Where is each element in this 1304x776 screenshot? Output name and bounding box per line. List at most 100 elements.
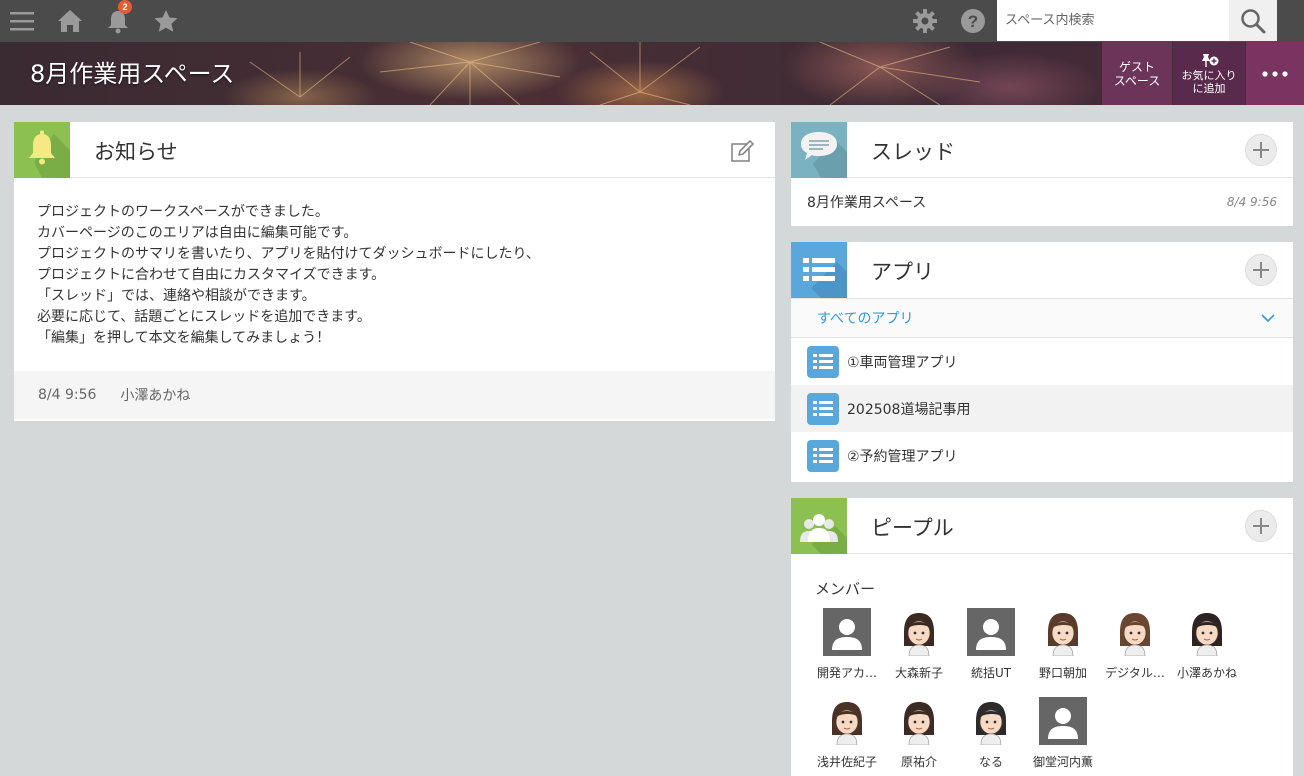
member-name[interactable]: 野口朝加 xyxy=(1027,664,1099,681)
app-icon xyxy=(807,392,839,425)
avatar[interactable] xyxy=(1183,608,1231,656)
app-icon xyxy=(807,439,839,472)
notification-bell-icon[interactable]: 2 xyxy=(104,0,132,42)
add-member-button[interactable] xyxy=(1245,510,1277,542)
people-group-icon xyxy=(791,498,847,554)
guest-space-label-line1: ゲスト xyxy=(1118,59,1155,74)
notice-title: お知らせ xyxy=(94,140,178,164)
space-cover-banner: 8月作業用スペース ゲスト スペース お気に入り に追加 xyxy=(0,42,1304,105)
favorite-label-line2: に追加 xyxy=(1192,81,1226,95)
members-label: メンバー xyxy=(815,580,876,598)
threads-panel: スレッド 8月作業用スペース 8/4 9:56 xyxy=(791,122,1293,226)
add-app-button[interactable] xyxy=(1245,254,1277,286)
global-header: 2 ? xyxy=(0,0,1304,42)
notice-line: 「編集」を押して本文を編集してみましょう！ xyxy=(37,330,331,346)
space-title: 8月作業用スペース xyxy=(30,60,235,88)
avatar[interactable] xyxy=(895,608,943,656)
pin-add-icon xyxy=(1202,53,1219,67)
app-item[interactable]: ①車両管理アプリ xyxy=(791,338,1293,385)
edit-notice-icon[interactable] xyxy=(731,140,755,166)
thread-item[interactable]: 8月作業用スペース 8/4 9:56 xyxy=(791,178,1293,225)
search-button[interactable] xyxy=(1229,0,1277,41)
member-item[interactable]: 小澤あかね xyxy=(1171,608,1243,681)
member-name[interactable]: デジタル… xyxy=(1099,664,1171,681)
apps-title: アプリ xyxy=(871,260,934,284)
thread-name[interactable]: 8月作業用スペース xyxy=(807,192,926,212)
apps-panel-header: アプリ xyxy=(791,242,1293,298)
favorites-star-icon[interactable] xyxy=(152,0,180,42)
app-icon xyxy=(807,345,839,378)
member-item[interactable]: 浅井佐紀子 xyxy=(811,697,883,770)
avatar[interactable] xyxy=(1039,608,1087,656)
search-icon xyxy=(1241,8,1266,33)
avatar[interactable] xyxy=(823,697,871,745)
notice-panel: お知らせ プロジェクトのワークスペースができました。 カバーページのこのエリアは… xyxy=(14,122,775,421)
notice-updated-time: 8/4 9:56 xyxy=(38,387,97,403)
member-name[interactable]: 小澤あかね xyxy=(1171,664,1243,681)
member-name[interactable]: 浅井佐紀子 xyxy=(811,753,883,770)
home-icon[interactable] xyxy=(56,0,84,42)
plus-icon xyxy=(1253,142,1269,158)
member-item[interactable]: デジタル… xyxy=(1099,608,1171,681)
menu-icon[interactable] xyxy=(8,0,36,42)
people-title: ピープル xyxy=(871,516,954,540)
app-item[interactable]: ②予約管理アプリ xyxy=(791,432,1293,479)
avatar[interactable] xyxy=(1111,608,1159,656)
member-item[interactable]: 野口朝加 xyxy=(1027,608,1099,681)
member-item[interactable]: 開発アカ… xyxy=(811,608,883,681)
svg-text:?: ? xyxy=(968,12,978,31)
app-item[interactable]: 202508道場記事用 xyxy=(791,385,1293,432)
notice-line: 「スレッド」では、連絡や相談ができます。 xyxy=(37,288,316,304)
app-name[interactable]: 202508道場記事用 xyxy=(847,399,970,419)
settings-gear-icon[interactable] xyxy=(911,0,939,42)
people-panel-header: ピープル xyxy=(791,498,1293,554)
space-search-input[interactable] xyxy=(997,0,1229,41)
app-filter-dropdown[interactable]: すべてのアプリ xyxy=(791,298,1293,338)
app-list-icon xyxy=(791,242,847,298)
member-item[interactable]: 原祐介 xyxy=(883,697,955,770)
people-panel: ピープル メンバー 開発アカ… 大森新子 統括UT 野口朝加 デジタル… 小澤あかね浅井佐… xyxy=(791,498,1293,776)
notice-bell-icon xyxy=(14,122,70,178)
add-thread-button[interactable] xyxy=(1245,134,1277,166)
member-item[interactable]: 統括UT xyxy=(955,608,1027,681)
member-name[interactable]: 開発アカ… xyxy=(811,664,883,681)
member-name[interactable]: なる xyxy=(955,753,1027,770)
help-icon[interactable]: ? xyxy=(959,0,987,42)
notice-line: カバーページのこのエリアは自由に編集可能です。 xyxy=(37,225,358,241)
more-dots-icon xyxy=(1262,70,1288,77)
notice-line: プロジェクトのワークスペースができました。 xyxy=(37,204,329,220)
threads-panel-header: スレッド xyxy=(791,122,1293,178)
notice-body: プロジェクトのワークスペースができました。 カバーページのこのエリアは自由に編集… xyxy=(14,178,775,371)
avatar[interactable] xyxy=(895,697,943,745)
chevron-down-icon xyxy=(1261,313,1275,322)
more-options-button[interactable] xyxy=(1246,42,1304,105)
member-item[interactable]: 御堂河内薫 xyxy=(1027,697,1099,770)
threads-title: スレッド xyxy=(871,140,955,164)
app-name[interactable]: ②予約管理アプリ xyxy=(847,446,958,466)
guest-space-button[interactable]: ゲスト スペース xyxy=(1102,42,1172,105)
member-name[interactable]: 原祐介 xyxy=(883,753,955,770)
member-item[interactable]: 大森新子 xyxy=(883,608,955,681)
member-item[interactable]: なる xyxy=(955,697,1027,770)
notice-line: 必要に応じて、話題ごとにスレッドを追加できます。 xyxy=(37,309,371,325)
plus-icon xyxy=(1253,518,1269,534)
avatar[interactable] xyxy=(967,608,1015,656)
notice-panel-header: お知らせ xyxy=(14,122,775,178)
avatar[interactable] xyxy=(967,697,1015,745)
notice-footer: 8/4 9:56 小澤あかね xyxy=(14,371,775,419)
plus-icon xyxy=(1253,262,1269,278)
app-filter-label: すべてのアプリ xyxy=(817,311,914,327)
guest-space-label-line2: スペース xyxy=(1113,73,1161,88)
member-name[interactable]: 大森新子 xyxy=(883,664,955,681)
member-name[interactable]: 御堂河内薫 xyxy=(1027,753,1099,770)
add-to-favorites-button[interactable]: お気に入り に追加 xyxy=(1173,42,1245,105)
thread-time: 8/4 9:56 xyxy=(1226,194,1277,209)
member-name[interactable]: 統括UT xyxy=(955,664,1027,681)
apps-panel: アプリ すべてのアプリ ①車両管理アプリ 202508道場記事用 ②予約管理アプ… xyxy=(791,242,1293,482)
thread-speech-bubble-icon xyxy=(791,122,847,178)
notice-line: プロジェクトのサマリを書いたり、アプリを貼付けてダッシュボードにしたり、 xyxy=(37,246,540,262)
avatar[interactable] xyxy=(823,608,871,656)
app-name[interactable]: ①車両管理アプリ xyxy=(847,352,958,372)
notice-author[interactable]: 小澤あかね xyxy=(120,385,190,405)
avatar[interactable] xyxy=(1039,697,1087,745)
